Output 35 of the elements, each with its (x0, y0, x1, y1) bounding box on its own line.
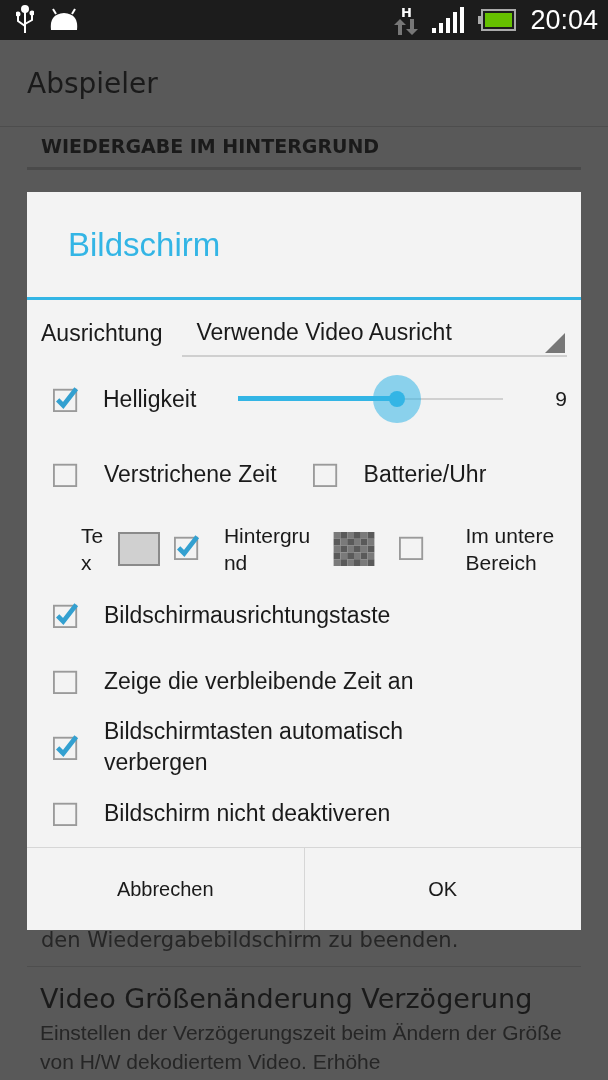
checkbox[interactable] (53, 668, 79, 694)
option-label: Bildschirm nicht deaktiveren (104, 798, 392, 828)
option-label: Verstrichene Zeit (104, 460, 277, 488)
checkbox[interactable] (312, 461, 339, 487)
checkbox[interactable] (53, 734, 79, 760)
checkbox[interactable] (53, 386, 79, 412)
option-label: Tex (81, 523, 104, 576)
option-label: Batterie/Uhr (363, 460, 487, 488)
checkbox[interactable] (53, 461, 79, 487)
option-label: Hintergrund (223, 523, 312, 576)
usb-icon (16, 5, 34, 35)
dropdown-triangle-icon (545, 333, 565, 353)
orientation-dropdown[interactable]: Verwende Video Ausricht (182, 309, 567, 357)
checkbox[interactable] (173, 534, 200, 560)
robot-icon (48, 8, 80, 32)
network-type: H (400, 5, 412, 19)
orientation-label: Ausrichtung (41, 319, 163, 347)
option-label: Bildschirmausrichtungstaste (104, 600, 392, 630)
screen-title: Abspieler (27, 66, 158, 100)
checkbox[interactable] (399, 534, 426, 560)
brightness-label: Helligkeit (103, 385, 197, 413)
checkerboard-swatch[interactable] (333, 532, 376, 566)
clock: 20:04 (530, 4, 598, 36)
option-label: Zeige die verbleibende Zeit an (104, 666, 415, 696)
signal-icon (432, 7, 465, 33)
brightness-value: 9 (554, 387, 567, 411)
data-arrows-icon (394, 18, 419, 35)
battery-icon (478, 9, 517, 31)
checkbox[interactable] (53, 602, 79, 628)
section-header: WIEDERGABE IM HINTERGRUND (27, 127, 581, 170)
checkbox[interactable] (53, 800, 79, 826)
dialog-title: Bildschirm (68, 225, 221, 264)
option-label: Bildschirmtasten automatisch verbergen (104, 717, 405, 777)
color-swatch[interactable] (117, 532, 160, 566)
option-label: Im untere Bereich (465, 523, 556, 576)
